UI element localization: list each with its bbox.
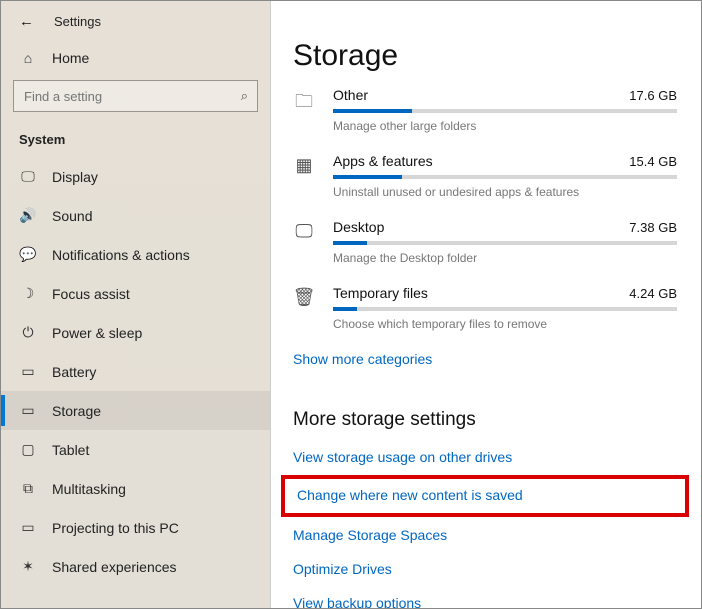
trash-icon: 🗑 <box>293 285 315 331</box>
category-temp[interactable]: 🗑 Temporary files 4.24 GB Choose which t… <box>293 285 677 331</box>
link-view-backup-options[interactable]: View backup options <box>293 595 677 608</box>
notifications-icon: 💬 <box>19 246 37 263</box>
sidebar: ← Settings ⌂ Home ⌕ System 🖵 Display 🔊 S… <box>1 1 271 608</box>
search-input[interactable] <box>13 80 258 112</box>
sidebar-item-label: Shared experiences <box>52 559 177 575</box>
power-icon: ⏻ <box>19 324 37 341</box>
sidebar-header: ← Settings <box>1 9 270 40</box>
category-apps[interactable]: ▦ Apps & features 15.4 GB Uninstall unus… <box>293 153 677 199</box>
sidebar-item-shared-experiences[interactable]: ✶ Shared experiences <box>1 547 270 586</box>
display-icon: 🖵 <box>19 168 37 185</box>
category-name: Desktop <box>333 219 384 235</box>
usage-bar <box>333 109 677 113</box>
multitasking-icon: ⧉ <box>19 480 37 497</box>
category-other[interactable]: 🗀 Other 17.6 GB Manage other large folde… <box>293 87 677 133</box>
sidebar-item-label: Sound <box>52 208 92 224</box>
sidebar-item-label: Display <box>52 169 98 185</box>
usage-bar <box>333 307 677 311</box>
window-title: Settings <box>54 14 101 29</box>
home-label: Home <box>52 50 89 66</box>
sidebar-item-focus-assist[interactable]: ☽ Focus assist <box>1 274 270 313</box>
tablet-icon: ▢ <box>19 441 37 458</box>
battery-icon: ▭ <box>19 363 37 380</box>
sidebar-item-label: Tablet <box>52 442 89 458</box>
folder-icon: 🗀 <box>293 87 315 133</box>
sidebar-item-label: Battery <box>52 364 96 380</box>
more-settings-heading: More storage settings <box>293 409 677 431</box>
sidebar-item-label: Storage <box>52 403 101 419</box>
category-sub: Manage other large folders <box>333 119 677 133</box>
category-name: Temporary files <box>333 285 428 301</box>
sidebar-item-battery[interactable]: ▭ Battery <box>1 352 270 391</box>
highlight-box: Change where new content is saved <box>281 475 689 517</box>
usage-bar <box>333 175 677 179</box>
category-size: 4.24 GB <box>629 286 677 301</box>
sidebar-item-power-sleep[interactable]: ⏻ Power & sleep <box>1 313 270 352</box>
more-links: View storage usage on other drives Chang… <box>293 449 677 608</box>
sidebar-item-label: Power & sleep <box>52 325 142 341</box>
category-sub: Manage the Desktop folder <box>333 251 677 265</box>
focus-assist-icon: ☽ <box>19 285 37 302</box>
sidebar-item-label: Notifications & actions <box>52 247 190 263</box>
sound-icon: 🔊 <box>19 207 37 224</box>
sidebar-item-notifications[interactable]: 💬 Notifications & actions <box>1 235 270 274</box>
link-view-usage-other-drives[interactable]: View storage usage on other drives <box>293 449 677 465</box>
search-icon: ⌕ <box>241 88 248 104</box>
sidebar-item-storage[interactable]: ▭ Storage <box>1 391 270 430</box>
sidebar-item-label: Multitasking <box>52 481 126 497</box>
main-pane: Storage 🗀 Other 17.6 GB Manage other lar… <box>271 1 701 608</box>
sidebar-item-tablet[interactable]: ▢ Tablet <box>1 430 270 469</box>
sidebar-item-sound[interactable]: 🔊 Sound <box>1 196 270 235</box>
home-icon: ⌂ <box>19 50 37 66</box>
apps-icon: ▦ <box>293 153 315 199</box>
page-title: Storage <box>293 39 677 73</box>
link-manage-storage-spaces[interactable]: Manage Storage Spaces <box>293 527 677 543</box>
back-icon[interactable]: ← <box>19 13 34 30</box>
category-name: Other <box>333 87 368 103</box>
category-size: 17.6 GB <box>629 88 677 103</box>
projecting-icon: ▭ <box>19 519 37 536</box>
link-optimize-drives[interactable]: Optimize Drives <box>293 561 677 577</box>
sidebar-item-label: Focus assist <box>52 286 130 302</box>
category-name: Apps & features <box>333 153 433 169</box>
sidebar-list: 🖵 Display 🔊 Sound 💬 Notifications & acti… <box>1 157 270 586</box>
sidebar-item-projecting[interactable]: ▭ Projecting to this PC <box>1 508 270 547</box>
show-more-link[interactable]: Show more categories <box>293 351 432 367</box>
sidebar-item-home[interactable]: ⌂ Home <box>1 40 270 76</box>
category-sub: Uninstall unused or undesired apps & fea… <box>333 185 677 199</box>
sidebar-item-multitasking[interactable]: ⧉ Multitasking <box>1 469 270 508</box>
shared-experiences-icon: ✶ <box>19 558 37 575</box>
sidebar-item-display[interactable]: 🖵 Display <box>1 157 270 196</box>
desktop-icon: 🖵 <box>293 219 315 265</box>
section-heading: System <box>1 126 270 157</box>
category-size: 15.4 GB <box>629 154 677 169</box>
sidebar-item-label: Projecting to this PC <box>52 520 179 536</box>
usage-bar <box>333 241 677 245</box>
category-sub: Choose which temporary files to remove <box>333 317 677 331</box>
category-size: 7.38 GB <box>629 220 677 235</box>
search-wrap: ⌕ <box>1 76 270 126</box>
link-change-save-location[interactable]: Change where new content is saved <box>297 487 523 503</box>
storage-icon: ▭ <box>19 402 37 419</box>
category-desktop[interactable]: 🖵 Desktop 7.38 GB Manage the Desktop fol… <box>293 219 677 265</box>
